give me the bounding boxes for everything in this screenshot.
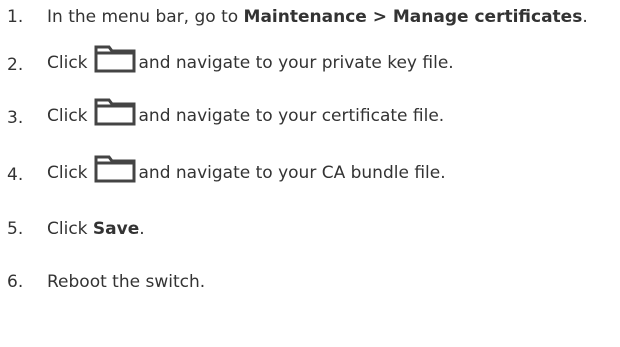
step-text-after: and navigate to your CA bundle file. xyxy=(138,163,446,183)
folder-icon xyxy=(94,96,136,126)
step-text: Click and navigate to your CA bundle file… xyxy=(47,153,446,188)
step-text-before: Click xyxy=(47,163,88,183)
step-text-after: and navigate to your certificate file. xyxy=(138,106,445,126)
step-number: 1. xyxy=(7,7,24,27)
step-text-before: Click xyxy=(47,53,88,73)
step-number: 2. xyxy=(7,55,24,75)
step-text-after: and navigate to your private key file. xyxy=(138,53,454,73)
step-text: In the menu bar, go to Maintenance > Man… xyxy=(47,2,588,32)
step-number: 4. xyxy=(7,165,24,185)
save-label: Save xyxy=(92,219,140,239)
step-text: Reboot the switch. xyxy=(47,272,206,292)
step-number: 5. xyxy=(7,219,24,239)
folder-icon xyxy=(94,43,136,73)
step-text-before: In the menu bar, go to xyxy=(47,7,244,27)
step-number: 6. xyxy=(7,272,24,292)
folder-icon xyxy=(94,153,136,183)
step-text: Click and navigate to your certificate fi… xyxy=(47,96,444,131)
step-text: Click Save. xyxy=(47,214,145,244)
step-text-before: Click xyxy=(47,106,88,126)
step-text-before: Click xyxy=(47,219,93,239)
step-text: Click and navigate to your private key fi… xyxy=(47,43,454,78)
menu-path: Maintenance > Manage certificates xyxy=(243,7,583,27)
step-text-after: . xyxy=(582,7,588,27)
step-number: 3. xyxy=(7,108,24,128)
step-text-after: . xyxy=(139,219,145,239)
